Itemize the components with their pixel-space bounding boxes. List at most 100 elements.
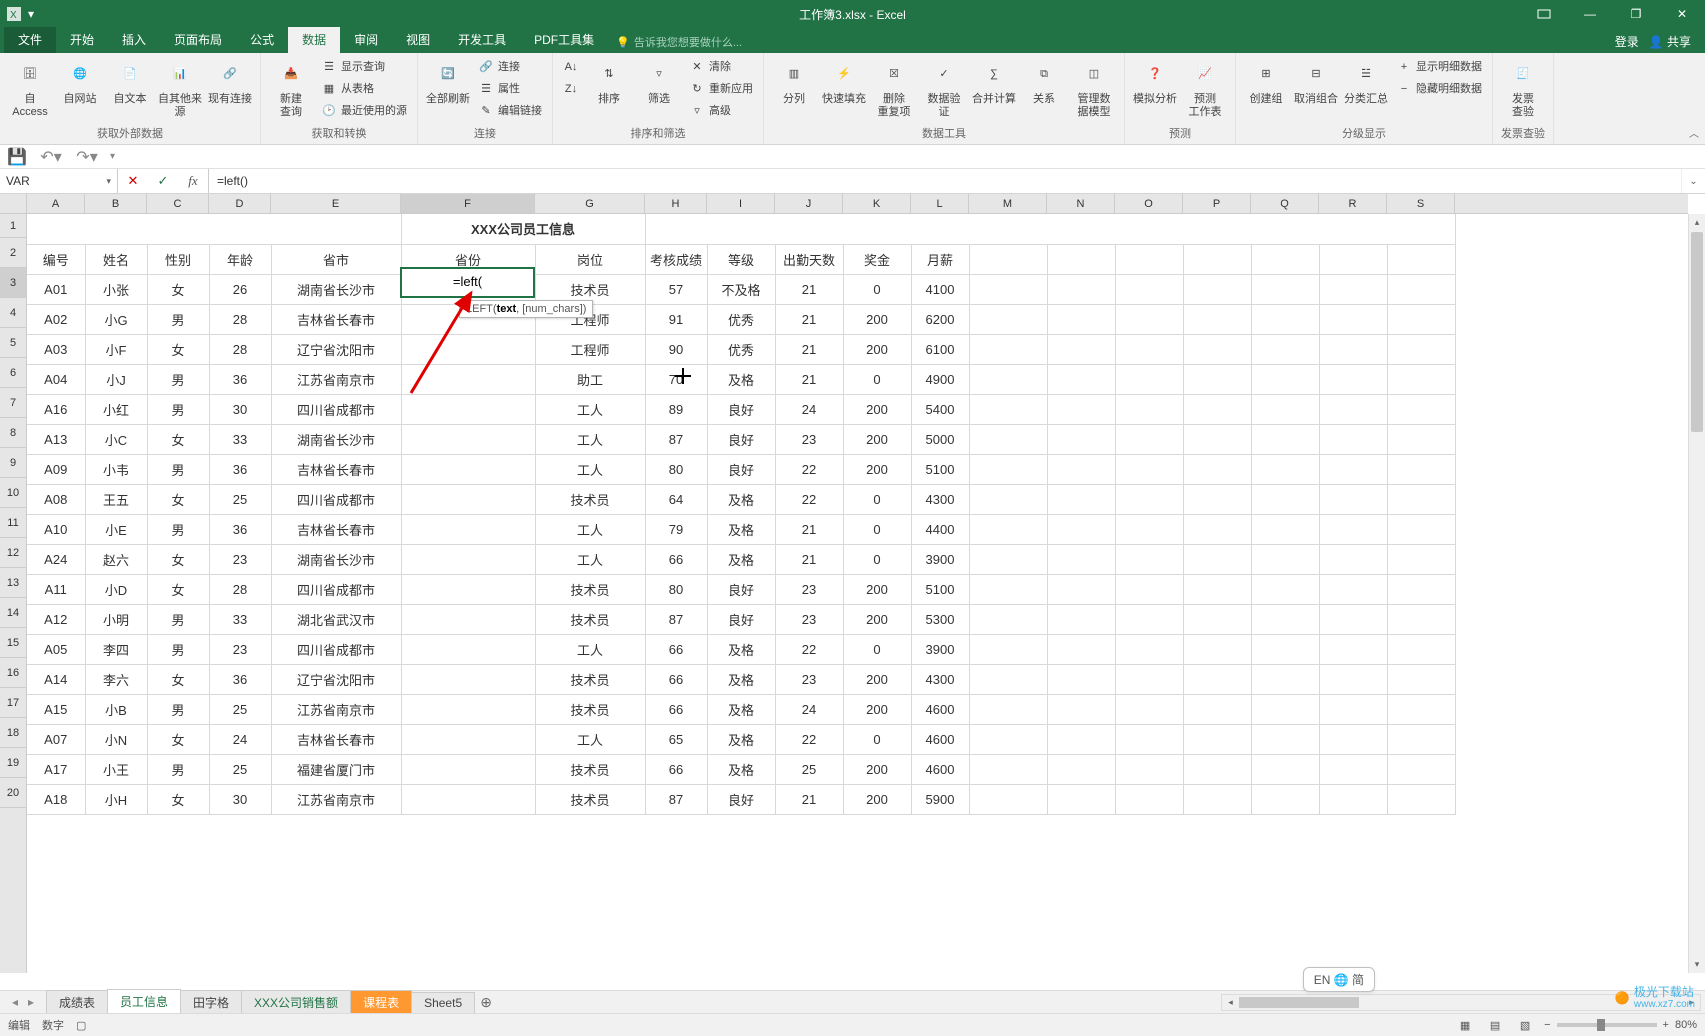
row-header-1[interactable]: 1	[0, 214, 26, 238]
from-access-button[interactable]: 🗄自 Access	[6, 57, 54, 121]
login-link[interactable]: 登录	[1615, 33, 1639, 50]
manage-model-button[interactable]: ◫管理数 据模型	[1070, 57, 1118, 121]
qat-more-icon[interactable]: ▾	[110, 151, 115, 162]
recent-sources-button[interactable]: 🕑最近使用的源	[317, 101, 411, 123]
edit-links-button[interactable]: ✎编辑链接	[474, 101, 546, 123]
hscroll-thumb[interactable]	[1239, 997, 1359, 1008]
share-button[interactable]: 👤 共享	[1649, 33, 1691, 50]
data-validation-button[interactable]: ✓数据验 证	[920, 57, 968, 121]
tab-nav-next[interactable]: ▸	[24, 995, 38, 1009]
show-queries-button[interactable]: ☰显示查询	[317, 57, 411, 79]
zoom-in-button[interactable]: +	[1663, 1019, 1669, 1031]
properties-button[interactable]: ☰属性	[474, 79, 546, 101]
row-header-12[interactable]: 12	[0, 538, 26, 568]
col-header-E[interactable]: E	[271, 194, 401, 213]
undo-button[interactable]: ↶▾	[38, 146, 64, 168]
col-header-J[interactable]: J	[775, 194, 843, 213]
row-header-6[interactable]: 6	[0, 358, 26, 388]
row-header-7[interactable]: 7	[0, 388, 26, 418]
row-header-3[interactable]: 3	[0, 268, 26, 298]
col-header-M[interactable]: M	[969, 194, 1047, 213]
sheet-tab-1[interactable]: 成绩表	[46, 990, 108, 1014]
fx-button[interactable]: fx	[178, 169, 208, 193]
col-header-B[interactable]: B	[85, 194, 147, 213]
add-sheet-button[interactable]: ⊕	[474, 994, 498, 1011]
name-box[interactable]: VAR	[0, 169, 118, 193]
text-to-cols-button[interactable]: ▥分列	[770, 57, 818, 108]
advanced-button[interactable]: ▿高级	[685, 101, 757, 123]
col-header-S[interactable]: S	[1387, 194, 1455, 213]
tab-pdf[interactable]: PDF工具集	[520, 27, 608, 53]
tab-file[interactable]: 文件	[4, 27, 56, 53]
col-header-K[interactable]: K	[843, 194, 911, 213]
row-header-14[interactable]: 14	[0, 598, 26, 628]
expand-formula-button[interactable]: ⌄	[1681, 169, 1705, 193]
maximize-button[interactable]: ❐	[1613, 0, 1659, 28]
formula-input[interactable]: =left()	[209, 169, 1681, 193]
page-layout-button[interactable]: ▤	[1484, 1016, 1506, 1034]
col-header-I[interactable]: I	[707, 194, 775, 213]
vertical-scrollbar[interactable]: ▴ ▾	[1688, 214, 1705, 973]
row-header-13[interactable]: 13	[0, 568, 26, 598]
save-icon[interactable]: 💾	[6, 146, 28, 168]
clear-filter-button[interactable]: ✕清除	[685, 57, 757, 79]
subtotal-button[interactable]: ☱分类汇总	[1342, 57, 1390, 108]
sheet-tab-4[interactable]: XXX公司销售额	[241, 990, 351, 1014]
whatif-button[interactable]: ❓模拟分析	[1131, 57, 1179, 108]
tab-nav-prev[interactable]: ◂	[8, 995, 22, 1009]
connections-button[interactable]: 🔗连接	[474, 57, 546, 79]
consolidate-button[interactable]: ∑合并计算	[970, 57, 1018, 108]
normal-view-button[interactable]: ▦	[1454, 1016, 1476, 1034]
sheet-tab-3[interactable]: 田字格	[180, 990, 242, 1014]
scroll-down-icon[interactable]: ▾	[1689, 956, 1705, 973]
enter-button[interactable]: ✓	[148, 169, 178, 193]
col-header-P[interactable]: P	[1183, 194, 1251, 213]
macro-record-icon[interactable]: ▢	[76, 1019, 86, 1032]
page-break-button[interactable]: ▧	[1514, 1016, 1536, 1034]
zoom-slider[interactable]	[1557, 1023, 1657, 1027]
row-header-11[interactable]: 11	[0, 508, 26, 538]
sheet-tab-5[interactable]: 课程表	[350, 990, 412, 1014]
new-query-button[interactable]: 📥新建 查询	[267, 57, 315, 121]
tab-view[interactable]: 视图	[392, 27, 444, 53]
col-header-N[interactable]: N	[1047, 194, 1115, 213]
show-detail-button[interactable]: +显示明细数据	[1392, 57, 1486, 79]
sort-button[interactable]: ⇅排序	[585, 57, 633, 108]
row-header-18[interactable]: 18	[0, 718, 26, 748]
tab-insert[interactable]: 插入	[108, 27, 160, 53]
filter-button[interactable]: ▿筛选	[635, 57, 683, 108]
zoom-percent[interactable]: 80%	[1675, 1019, 1697, 1031]
row-header-5[interactable]: 5	[0, 328, 26, 358]
relationships-button[interactable]: ⧉关系	[1020, 57, 1068, 108]
tab-review[interactable]: 审阅	[340, 27, 392, 53]
col-header-O[interactable]: O	[1115, 194, 1183, 213]
invoice-check-button[interactable]: 🧾发票 查验	[1499, 57, 1547, 121]
row-header-16[interactable]: 16	[0, 658, 26, 688]
tab-dev[interactable]: 开发工具	[444, 27, 520, 53]
from-table-button[interactable]: ▦从表格	[317, 79, 411, 101]
from-other-button[interactable]: 📊自其他来源	[156, 57, 204, 121]
tell-me-hint[interactable]: 💡 告诉我您想要做什么...	[616, 34, 742, 53]
minimize-button[interactable]: —	[1567, 0, 1613, 28]
refresh-all-button[interactable]: 🔄全部刷新	[424, 57, 472, 108]
col-header-Q[interactable]: Q	[1251, 194, 1319, 213]
ungroup-button[interactable]: ⊟取消组合	[1292, 57, 1340, 108]
redo-button[interactable]: ↷▾	[74, 146, 100, 168]
zoom-out-button[interactable]: −	[1544, 1019, 1550, 1031]
select-all-corner[interactable]	[0, 194, 27, 213]
remove-dup-button[interactable]: ☒删除 重复项	[870, 57, 918, 121]
tab-home[interactable]: 开始	[56, 27, 108, 53]
col-header-R[interactable]: R	[1319, 194, 1387, 213]
vscroll-thumb[interactable]	[1691, 232, 1703, 432]
col-header-H[interactable]: H	[645, 194, 707, 213]
row-header-19[interactable]: 19	[0, 748, 26, 778]
row-header-10[interactable]: 10	[0, 478, 26, 508]
row-header-20[interactable]: 20	[0, 778, 26, 808]
hscroll-left-icon[interactable]: ◂	[1222, 997, 1239, 1008]
col-header-L[interactable]: L	[911, 194, 969, 213]
flash-fill-button[interactable]: ⚡快速填充	[820, 57, 868, 108]
row-header-15[interactable]: 15	[0, 628, 26, 658]
row-header-17[interactable]: 17	[0, 688, 26, 718]
existing-conn-button[interactable]: 🔗现有连接	[206, 57, 254, 108]
from-text-button[interactable]: 📄自文本	[106, 57, 154, 108]
